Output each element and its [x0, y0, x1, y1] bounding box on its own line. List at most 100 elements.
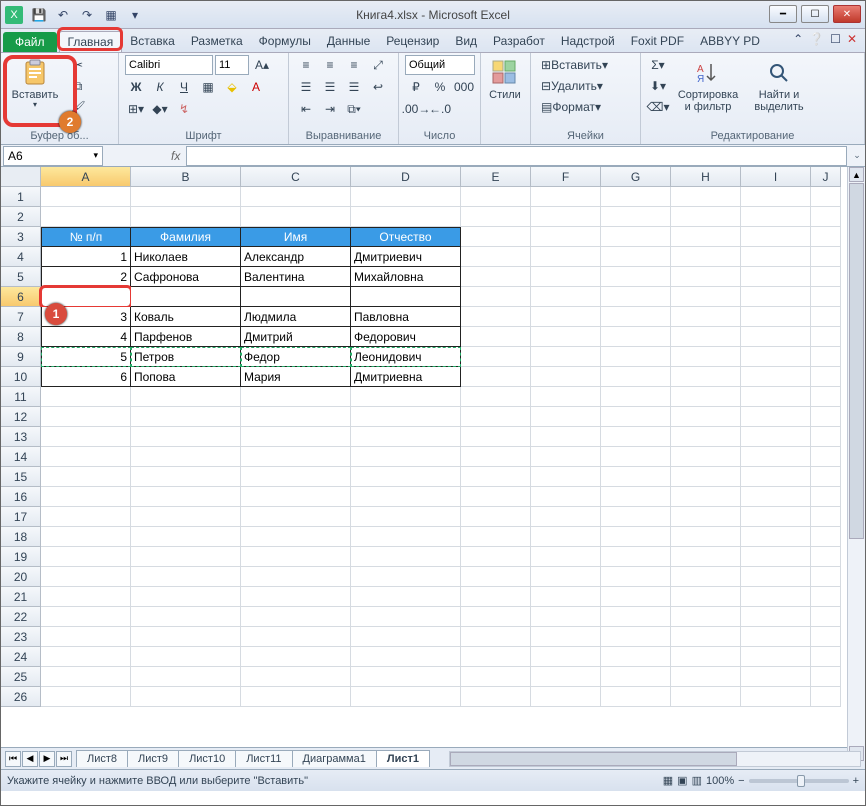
bold-button[interactable]: Ж — [125, 77, 147, 97]
cell[interactable]: Федорович — [351, 327, 461, 347]
border-drop-button[interactable]: ⊞▾ — [125, 99, 147, 119]
cell[interactable] — [461, 307, 531, 327]
row-header[interactable]: 15 — [1, 467, 41, 487]
orientation-button[interactable]: ⤢ — [367, 55, 389, 75]
cell[interactable] — [671, 567, 741, 587]
cell[interactable] — [811, 527, 841, 547]
cell[interactable]: Михайловна — [351, 267, 461, 287]
cell[interactable] — [461, 447, 531, 467]
ribbon-tab-7[interactable]: Разработ — [485, 31, 553, 52]
cell[interactable] — [601, 367, 671, 387]
italic-button[interactable]: К — [149, 77, 171, 97]
cell[interactable] — [811, 287, 841, 307]
decrease-decimal-button[interactable]: ←.0 — [429, 99, 451, 119]
cell[interactable] — [601, 427, 671, 447]
cell[interactable] — [531, 187, 601, 207]
cell[interactable] — [241, 647, 351, 667]
cell[interactable] — [811, 207, 841, 227]
maximize-button[interactable]: ☐ — [801, 5, 829, 23]
cell[interactable] — [131, 587, 241, 607]
row-header[interactable]: 2 — [1, 207, 41, 227]
row-header[interactable]: 16 — [1, 487, 41, 507]
increase-decimal-button[interactable]: .00→ — [405, 99, 427, 119]
cell[interactable] — [601, 687, 671, 707]
cell[interactable] — [131, 427, 241, 447]
cell[interactable]: № п/п — [41, 227, 131, 247]
cell[interactable] — [531, 227, 601, 247]
column-header[interactable]: B — [131, 167, 241, 187]
cell[interactable] — [41, 527, 131, 547]
cell[interactable] — [461, 227, 531, 247]
cell[interactable] — [531, 687, 601, 707]
cell[interactable] — [671, 527, 741, 547]
align-center-button[interactable]: ☰ — [319, 77, 341, 97]
sheet-tab[interactable]: Диаграмма1 — [292, 750, 377, 767]
column-header[interactable]: J — [811, 167, 841, 187]
cell[interactable] — [741, 567, 811, 587]
row-header[interactable]: 11 — [1, 387, 41, 407]
cell[interactable] — [241, 627, 351, 647]
cell[interactable] — [351, 687, 461, 707]
cell[interactable] — [531, 407, 601, 427]
vscroll-thumb[interactable] — [849, 183, 864, 539]
row-header[interactable]: 18 — [1, 527, 41, 547]
insert-cells-button[interactable]: ⊞ Вставить ▾ — [537, 55, 612, 75]
row-header[interactable]: 19 — [1, 547, 41, 567]
cell[interactable] — [351, 467, 461, 487]
cell[interactable] — [131, 407, 241, 427]
merge-button[interactable]: ⧉▾ — [343, 99, 365, 119]
cell[interactable] — [811, 427, 841, 447]
cell[interactable] — [671, 387, 741, 407]
ribbon-tab-0[interactable]: Главная — [59, 31, 123, 52]
cell[interactable] — [531, 667, 601, 687]
cell[interactable] — [741, 447, 811, 467]
cell[interactable] — [811, 567, 841, 587]
cell[interactable] — [741, 307, 811, 327]
row-header[interactable]: 12 — [1, 407, 41, 427]
number-format-select[interactable] — [405, 55, 475, 75]
cell[interactable] — [461, 587, 531, 607]
autosum-button[interactable]: Σ▾ — [647, 55, 669, 75]
cell[interactable]: Фамилия — [131, 227, 241, 247]
cell[interactable] — [461, 547, 531, 567]
cell[interactable] — [131, 567, 241, 587]
font-color-button[interactable]: A — [245, 77, 267, 97]
align-middle-button[interactable]: ≡ — [319, 55, 341, 75]
cell[interactable] — [741, 387, 811, 407]
qat-dropdown-icon[interactable]: ▾ — [125, 5, 145, 25]
cell[interactable] — [241, 387, 351, 407]
cell[interactable] — [531, 327, 601, 347]
row-header[interactable]: 21 — [1, 587, 41, 607]
cell[interactable] — [531, 347, 601, 367]
cell[interactable] — [671, 687, 741, 707]
cell[interactable] — [741, 587, 811, 607]
cell[interactable] — [531, 207, 601, 227]
row-header[interactable]: 7 — [1, 307, 41, 327]
sheet-nav-first[interactable]: ⏮ — [5, 751, 21, 767]
cell[interactable] — [41, 427, 131, 447]
cell[interactable]: Имя — [241, 227, 351, 247]
delete-cells-button[interactable]: ⊟ Удалить ▾ — [537, 76, 607, 96]
cell[interactable] — [811, 627, 841, 647]
cell[interactable] — [461, 607, 531, 627]
cell[interactable] — [671, 607, 741, 627]
column-header[interactable]: E — [461, 167, 531, 187]
cell[interactable] — [131, 487, 241, 507]
cell[interactable] — [351, 667, 461, 687]
qat-more[interactable]: ▦ — [101, 5, 121, 25]
cell[interactable] — [131, 447, 241, 467]
cell[interactable] — [741, 187, 811, 207]
cell[interactable] — [601, 327, 671, 347]
column-header[interactable]: I — [741, 167, 811, 187]
cell[interactable] — [671, 507, 741, 527]
cell[interactable] — [811, 607, 841, 627]
cell[interactable] — [741, 647, 811, 667]
cell[interactable] — [601, 567, 671, 587]
ribbon-tab-1[interactable]: Вставка — [122, 31, 183, 52]
cell[interactable] — [671, 287, 741, 307]
cell[interactable] — [351, 627, 461, 647]
row-header[interactable]: 26 — [1, 687, 41, 707]
cell[interactable] — [351, 187, 461, 207]
formula-expand-icon[interactable]: ⌄ — [849, 150, 865, 161]
row-header[interactable]: 9 — [1, 347, 41, 367]
